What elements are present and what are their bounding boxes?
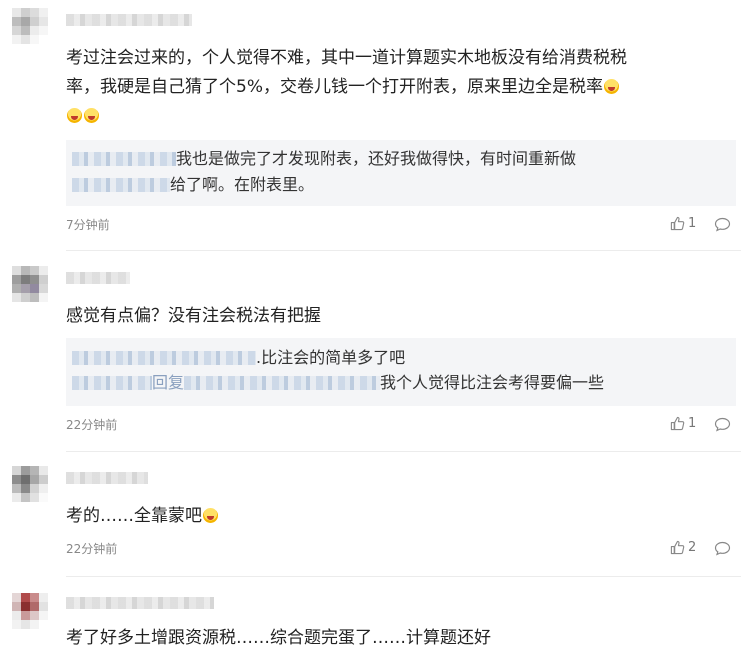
avatar[interactable] <box>12 266 48 302</box>
blurred-username <box>72 376 152 390</box>
comment-time: 7分钟前 <box>66 218 110 232</box>
comment-text-line: 考过注会过来的，个人觉得不难，其中一道计算题实木地板没有给消费税税 <box>66 48 627 68</box>
reply-button[interactable] <box>714 417 731 432</box>
speech-bubble-icon <box>714 541 731 556</box>
laughing-emoji-icon <box>67 108 82 123</box>
like-button[interactable]: 1 <box>670 216 696 231</box>
thumbs-up-icon <box>670 540 685 555</box>
comment-text: 感觉有点偏？没有注会税法有把握 <box>66 306 321 326</box>
comment-text-line: 率，我硬是自己猜了个5%，交卷儿钱一个打开附表，原来里边全是税率 <box>66 77 603 97</box>
reply-text: .比注会的简单多了吧 <box>256 348 406 367</box>
username[interactable] <box>66 597 214 609</box>
speech-bubble-icon <box>714 417 731 432</box>
blurred-username <box>72 152 176 166</box>
username[interactable] <box>66 272 130 284</box>
divider <box>66 250 741 251</box>
speech-bubble-icon <box>714 217 731 232</box>
thumbs-up-icon <box>670 216 685 231</box>
laughing-emoji-icon <box>203 508 218 523</box>
like-count: 2 <box>688 540 697 555</box>
like-count: 1 <box>688 416 697 431</box>
avatar[interactable] <box>12 593 48 629</box>
thumbs-up-icon <box>670 416 685 431</box>
avatar[interactable] <box>12 466 48 502</box>
reply-button[interactable] <box>714 217 731 232</box>
reply-prefix: 回复 <box>152 373 185 392</box>
blurred-username <box>72 351 256 365</box>
reply-item[interactable]: 回复 我个人觉得比注会考得要偏一些 <box>72 371 604 395</box>
comment-text: 考了好多土增跟资源税……综合题完蛋了……计算题还好 <box>66 628 491 648</box>
reply-button[interactable] <box>714 541 731 556</box>
divider <box>66 451 741 452</box>
reply-item[interactable]: .比注会的简单多了吧 <box>72 346 405 370</box>
username[interactable] <box>66 14 192 26</box>
divider <box>66 576 741 577</box>
comment-text: 考过注会过来的，个人觉得不难，其中一道计算题实木地板没有给消费税税 率，我硬是自… <box>66 44 726 131</box>
comment-time: 22分钟前 <box>66 542 118 556</box>
like-count: 1 <box>688 216 697 231</box>
reply-box: 我也是做完了才发现附表，还好我做得快，有时间重新做 给了啊。在附表里。 <box>66 140 736 206</box>
laughing-emoji-icon <box>84 108 99 123</box>
reply-item[interactable]: 给了啊。在附表里。 <box>72 173 314 197</box>
reply-item[interactable]: 我也是做完了才发现附表，还好我做得快，有时间重新做 <box>72 147 576 171</box>
reply-text: 给了啊。在附表里。 <box>170 175 315 194</box>
comment-time: 22分钟前 <box>66 418 118 432</box>
laughing-emoji-icon <box>603 79 619 94</box>
reply-text: 我也是做完了才发现附表，还好我做得快，有时间重新做 <box>176 149 577 168</box>
reply-box: .比注会的简单多了吧 回复 我个人觉得比注会考得要偏一些 <box>66 338 736 406</box>
blurred-username <box>184 376 381 390</box>
comment-text: 考的……全靠蒙吧 <box>66 502 726 531</box>
like-button[interactable]: 2 <box>670 540 696 555</box>
avatar[interactable] <box>12 8 48 44</box>
username[interactable] <box>66 472 148 484</box>
like-button[interactable]: 1 <box>670 416 696 431</box>
comment-text-line: 考的……全靠蒙吧 <box>66 506 202 526</box>
reply-text: 我个人觉得比注会考得要偏一些 <box>380 373 605 392</box>
blurred-username <box>72 178 170 192</box>
